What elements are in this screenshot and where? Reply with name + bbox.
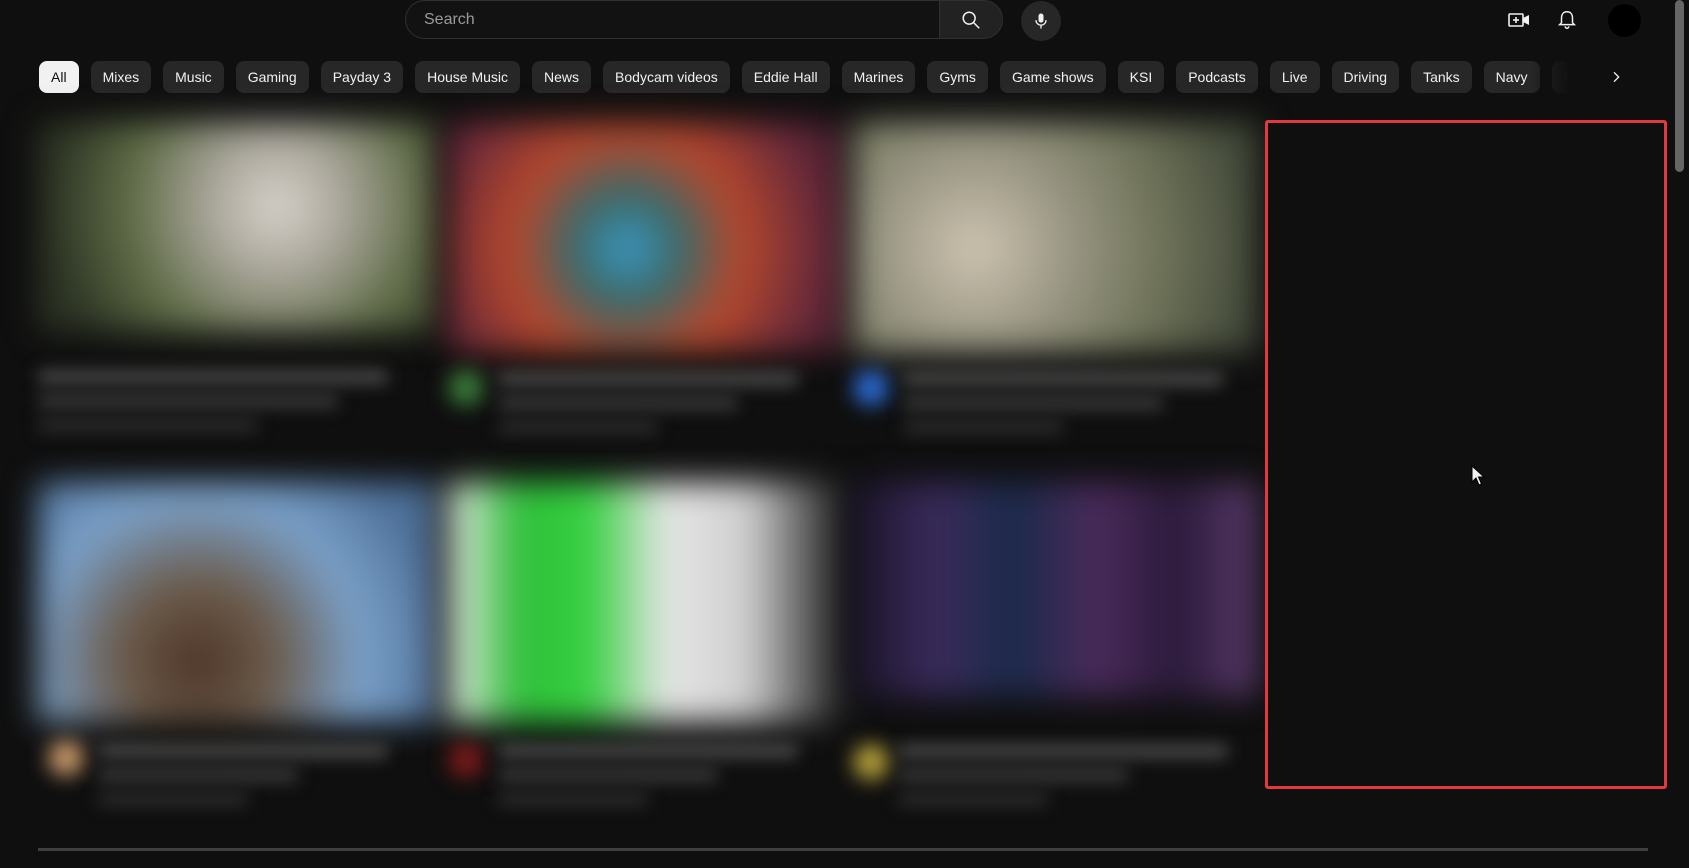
chevron-right-icon [1613,71,1620,83]
video-thumbnail[interactable] [853,482,1258,697]
video-thumbnail[interactable] [853,122,1258,352]
chip-podcasts[interactable]: Podcasts [1176,61,1258,93]
create-button[interactable] [1505,6,1533,34]
notifications-button[interactable] [1553,6,1581,34]
chip-game-shows[interactable]: Game shows [999,61,1106,93]
chip-driving[interactable]: Driving [1331,61,1400,93]
mouse-cursor-icon [1471,465,1485,486]
search-icon [962,10,980,29]
chip-gaming[interactable]: Gaming [235,61,309,93]
scrollbar-thumb[interactable] [1675,0,1684,172]
chip-gyms[interactable]: Gyms [927,61,988,93]
chip-ksi[interactable]: KSI [1117,61,1165,93]
section-divider [38,848,1648,851]
video-thumbnail[interactable] [38,122,436,332]
highlighted-empty-panel [1265,120,1667,789]
chip-mixes[interactable]: Mixes [90,61,152,93]
search-box[interactable] [405,0,939,39]
chip-payday-3[interactable]: Payday 3 [320,61,404,93]
chip-house-music[interactable]: House Music [415,61,521,93]
video-thumbnail[interactable] [448,482,846,722]
search-button[interactable] [939,0,1003,39]
chip-all[interactable]: All [39,61,79,93]
video-grid [38,122,1258,822]
chip-music[interactable]: Music [163,61,224,93]
create-video-icon [1508,13,1529,27]
voice-search-button[interactable] [1021,1,1061,41]
bell-icon [1557,11,1577,29]
search-input[interactable] [422,9,939,30]
search-bar [405,0,1003,41]
chips-next-button[interactable] [1598,61,1634,93]
avatar[interactable] [1608,4,1641,37]
video-thumbnail[interactable] [38,482,436,722]
chip-tanks[interactable]: Tanks [1411,61,1472,93]
chips-fade [1530,58,1600,96]
mic-icon [1035,13,1047,29]
chip-live[interactable]: Live [1269,61,1320,93]
chip-eddie-hall[interactable]: Eddie Hall [741,61,830,93]
chip-news[interactable]: News [532,61,592,93]
chip-marines[interactable]: Marines [841,61,916,93]
video-thumbnail[interactable] [448,122,846,352]
chip-bodycam-videos[interactable]: Bodycam videos [603,61,730,93]
chip-bar: All Mixes Music Gaming Payday 3 House Music Ne… [39,61,1579,93]
